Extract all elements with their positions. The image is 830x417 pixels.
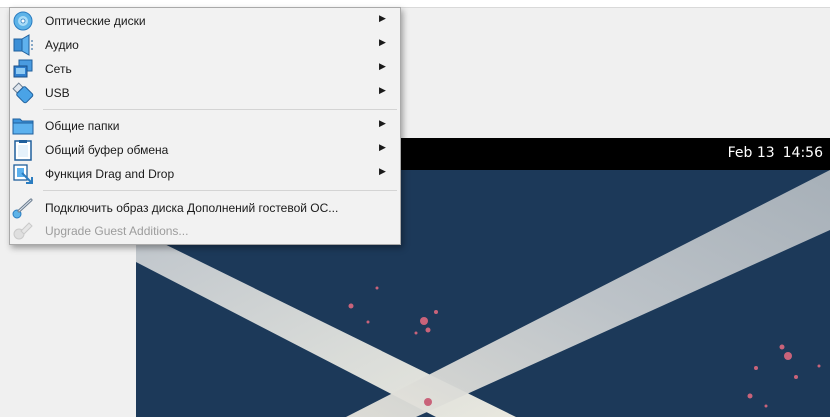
menu-item-label: Upgrade Guest Additions... (45, 224, 189, 238)
menu-item-shared-folders[interactable]: Общие папки ▶ (10, 114, 400, 138)
submenu-arrow-icon: ▶ (379, 37, 386, 47)
submenu-arrow-icon: ▶ (379, 13, 386, 23)
menu-separator (43, 190, 397, 191)
menu-item-optical-disks[interactable]: Оптические диски ▶ (10, 9, 400, 33)
menu-item-label: Подключить образ диска Дополнений гостев… (45, 201, 339, 215)
menu-item-network[interactable]: Сеть ▶ (10, 57, 400, 81)
menu-item-usb[interactable]: USB ▶ (10, 81, 400, 105)
submenu-arrow-icon: ▶ (379, 61, 386, 71)
devices-dropdown-menu: Оптические диски ▶ Аудио ▶ Сеть ▶ USB ▶ … (9, 7, 401, 245)
menu-item-drag-and-drop[interactable]: Функция Drag and Drop ▶ (10, 162, 400, 186)
insert-guest-additions-icon (12, 198, 33, 219)
menu-item-label: Функция Drag and Drop (45, 167, 175, 181)
menu-item-label: USB (45, 86, 70, 100)
submenu-arrow-icon: ▶ (379, 85, 386, 95)
menu-item-insert-guest-additions[interactable]: Подключить образ диска Дополнений гостев… (10, 196, 400, 220)
guest-clock[interactable]: Feb 13 14:56 (728, 145, 823, 161)
menu-item-shared-clipboard[interactable]: Общий буфер обмена ▶ (10, 138, 400, 162)
clipboard-icon (14, 140, 32, 161)
usb-icon (12, 82, 34, 104)
drag-drop-icon (13, 164, 33, 184)
menu-item-label: Оптические диски (45, 14, 146, 28)
menu-item-upgrade-guest-additions[interactable]: Upgrade Guest Additions... (10, 219, 400, 243)
menu-item-label: Общие папки (45, 119, 120, 133)
menu-item-audio[interactable]: Аудио ▶ (10, 33, 400, 57)
menu-item-label: Аудио (45, 38, 79, 52)
audio-icon (13, 34, 33, 56)
optical-disc-icon (13, 11, 33, 31)
menu-item-label: Общий буфер обмена (45, 143, 169, 157)
guest-time: 14:56 (782, 145, 823, 161)
submenu-arrow-icon: ▶ (379, 118, 386, 128)
submenu-arrow-icon: ▶ (379, 166, 386, 176)
network-icon (13, 59, 33, 78)
shared-folder-icon (12, 118, 34, 135)
guest-date: Feb 13 (727, 145, 775, 161)
menu-item-label: Сеть (45, 62, 72, 76)
upgrade-guest-additions-icon (13, 222, 33, 240)
submenu-arrow-icon: ▶ (379, 142, 386, 152)
menu-separator (43, 109, 397, 110)
